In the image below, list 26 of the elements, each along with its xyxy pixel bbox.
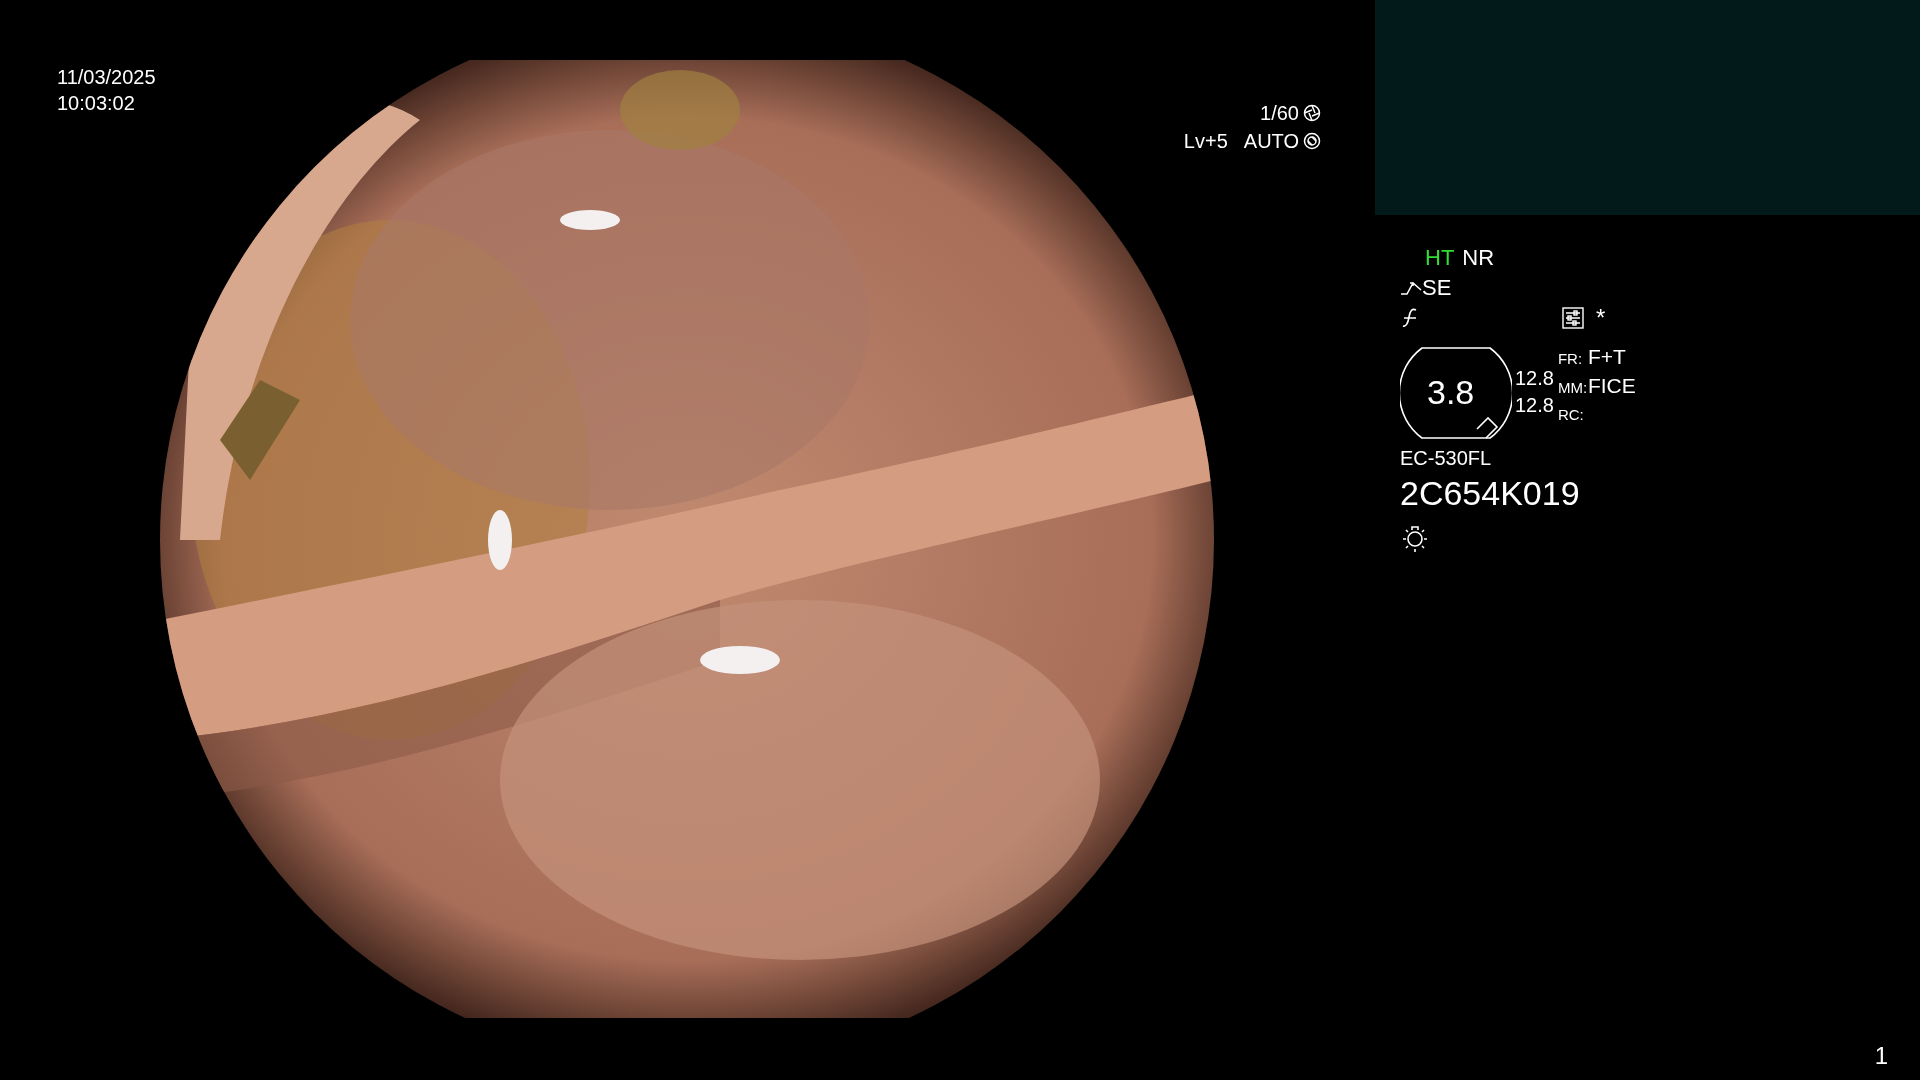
setting-value: FICE (1587, 373, 1636, 399)
light-icon (1400, 523, 1430, 553)
date-text: 11/03/2025 (57, 65, 156, 90)
reading-text: 12.8 (1515, 393, 1554, 418)
scope-serial-text: 2C654K019 (1400, 473, 1581, 514)
setting-value: F+T (1587, 344, 1626, 370)
aperture-icon (1303, 104, 1321, 122)
setting-label: FR: (1557, 349, 1584, 369)
enhancement-text: SE (1422, 274, 1452, 302)
reading-text: 12.8 (1515, 366, 1554, 391)
mode-indicator: HT (1425, 244, 1455, 272)
exposure-mode-text: AUTO (1243, 129, 1299, 154)
iris-icon (1303, 132, 1321, 150)
time-text: 10:03:02 (57, 91, 136, 116)
exposure-level-text: Lv+5 (1183, 129, 1228, 154)
setting-label: MM: (1557, 378, 1588, 398)
sliders-icon (1562, 307, 1584, 329)
mode-indicator: NR (1462, 244, 1495, 272)
zoom-value-text: 3.8 (1427, 373, 1475, 411)
page-number: 1 (1874, 1041, 1888, 1071)
curve-icon (1400, 280, 1422, 296)
shutter-speed-text: 1/60 (1260, 101, 1299, 126)
setting-label: RC: (1557, 405, 1585, 425)
zoom-frame-icon (1400, 347, 1512, 439)
marker-text: * (1596, 303, 1606, 333)
scope-model-text: EC-530FL (1400, 446, 1493, 471)
